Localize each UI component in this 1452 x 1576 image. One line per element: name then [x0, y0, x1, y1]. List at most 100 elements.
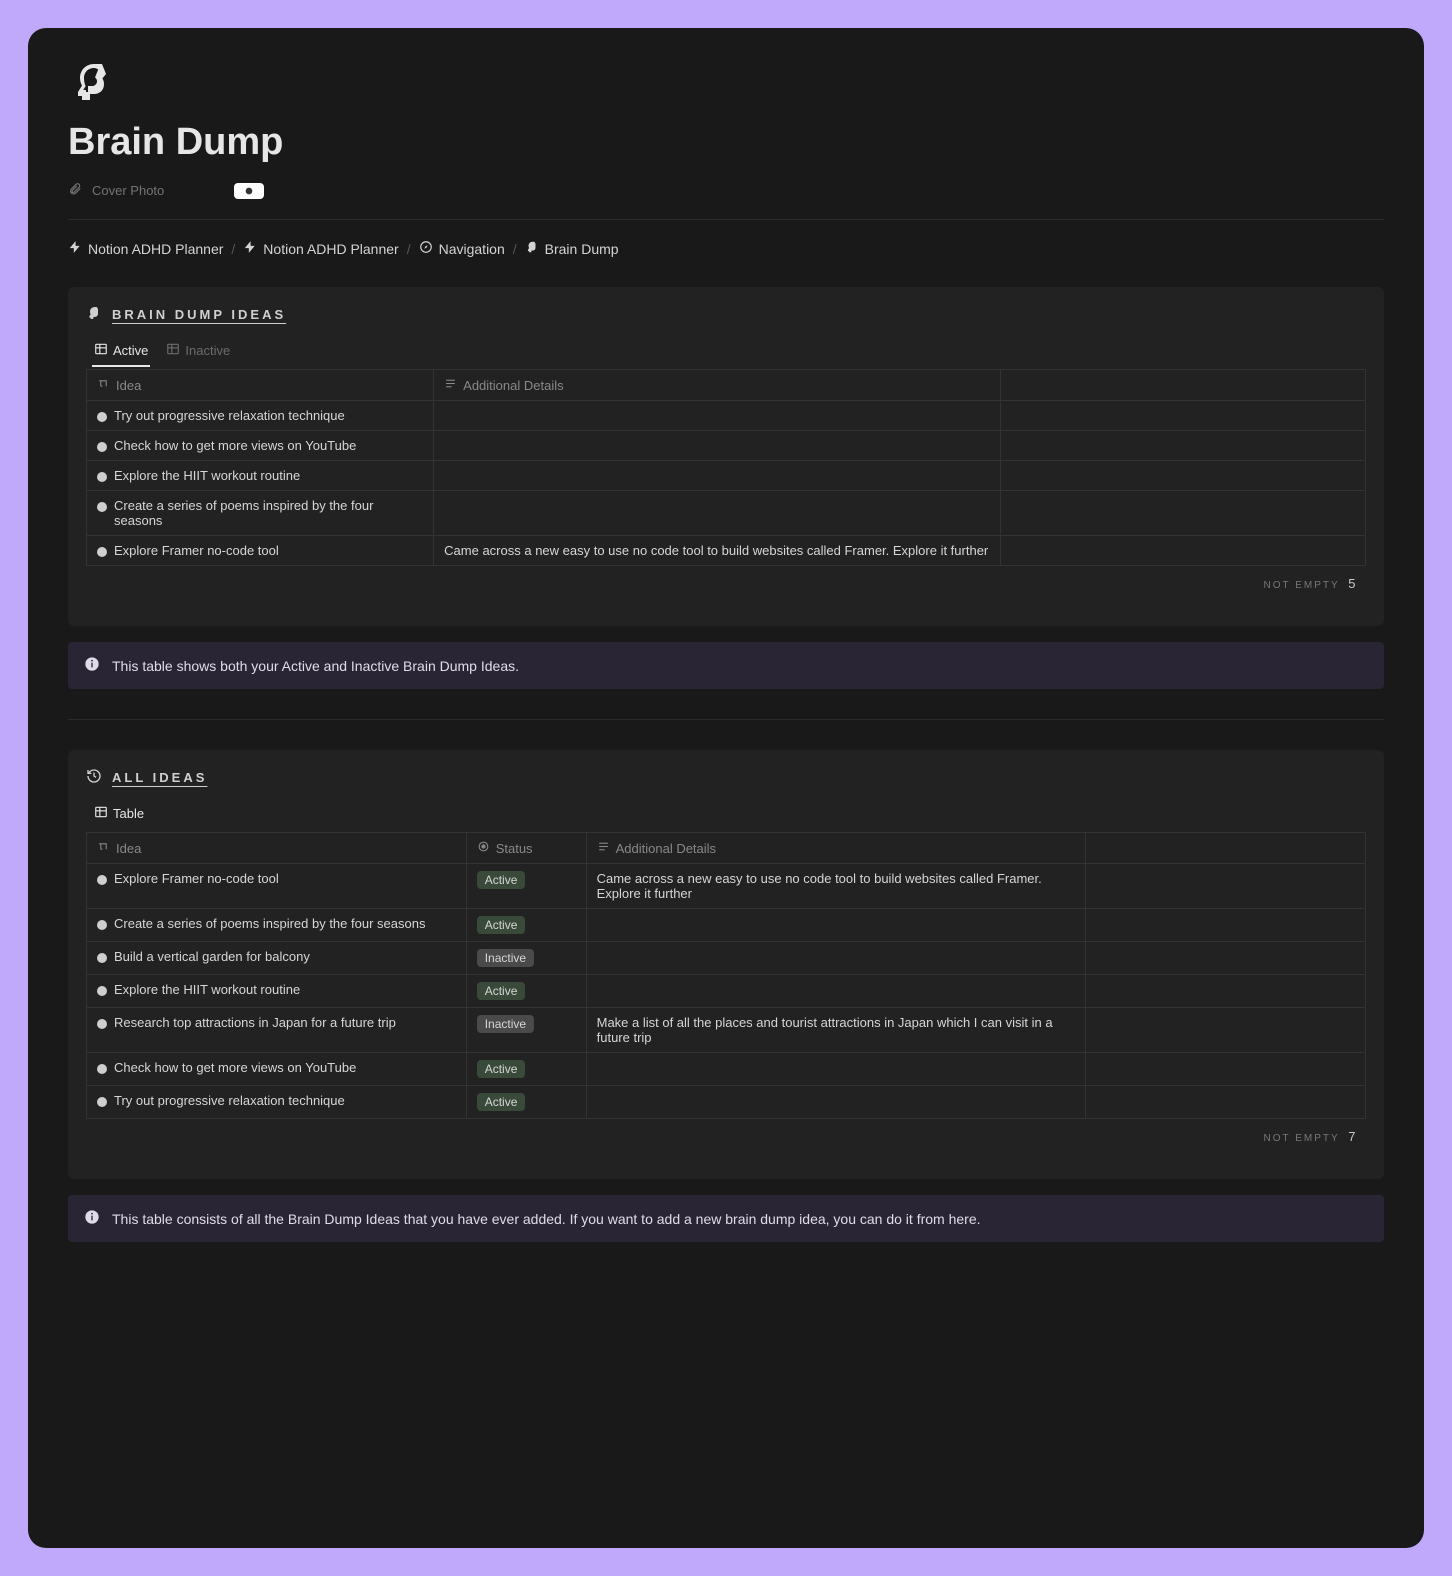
panel-header: ALL IDEAS — [86, 768, 1366, 787]
idea-cell[interactable]: Explore the HIIT workout routine — [87, 975, 467, 1008]
idea-cell[interactable]: Create a series of poems inspired by the… — [87, 491, 434, 536]
table-row[interactable]: Create a series of poems inspired by the… — [87, 491, 1366, 536]
empty-cell — [1086, 975, 1366, 1008]
table-row[interactable]: Explore Framer no-code toolCame across a… — [87, 536, 1366, 566]
empty-cell — [1086, 1053, 1366, 1086]
table-row[interactable]: Check how to get more views on YouTube — [87, 431, 1366, 461]
callout-info-2: This table consists of all the Brain Dum… — [68, 1195, 1384, 1242]
page-title: Brain Dump — [68, 121, 1384, 164]
breadcrumb-item-0[interactable]: Notion ADHD Planner — [68, 240, 223, 257]
empty-cell — [1000, 401, 1365, 431]
table-row[interactable]: Explore Framer no-code tool Active Came ac… — [87, 864, 1366, 909]
col-label: Idea — [116, 378, 141, 393]
idea-cell[interactable]: Explore Framer no-code tool — [87, 864, 467, 909]
idea-cell[interactable]: Explore Framer no-code tool — [87, 536, 434, 566]
status-cell[interactable]: Active — [466, 864, 586, 909]
idea-cell[interactable]: Build a vertical garden for balcony — [87, 942, 467, 975]
status-cell[interactable]: Inactive — [466, 1008, 586, 1053]
tab-active[interactable]: Active — [92, 336, 150, 367]
table-row[interactable]: Try out progressive relaxation technique… — [87, 1086, 1366, 1119]
idea-cell[interactable]: Try out progressive relaxation technique — [87, 401, 434, 431]
empty-cell — [1086, 909, 1366, 942]
idea-text: Create a series of poems inspired by the… — [114, 916, 425, 931]
col-header-idea[interactable]: Idea — [87, 370, 434, 401]
details-text: Came across a new easy to use no code to… — [597, 871, 1042, 901]
empty-cell — [1000, 461, 1365, 491]
table-row[interactable]: Check how to get more views on YouTube Ac… — [87, 1053, 1366, 1086]
col-header-idea[interactable]: Idea — [87, 833, 467, 864]
details-cell[interactable] — [586, 975, 1086, 1008]
idea-cell[interactable]: Try out progressive relaxation technique — [87, 1086, 467, 1119]
paperclip-icon — [68, 182, 82, 199]
status-dot-icon — [97, 1097, 107, 1107]
col-header-details[interactable]: Additional Details — [434, 370, 1000, 401]
table-icon — [166, 342, 180, 359]
cover-photo-label[interactable]: Cover Photo — [92, 183, 164, 198]
col-header-details[interactable]: Additional Details — [586, 833, 1086, 864]
title-icon — [97, 840, 110, 856]
details-cell[interactable] — [434, 401, 1000, 431]
details-cell[interactable] — [434, 491, 1000, 536]
status-cell[interactable]: Active — [466, 1053, 586, 1086]
details-cell[interactable]: Make a list of all the places and touris… — [586, 1008, 1086, 1053]
status-cell[interactable]: Active — [466, 975, 586, 1008]
idea-cell[interactable]: Check how to get more views on YouTube — [87, 431, 434, 461]
all-ideas-panel: ALL IDEAS Table Idea Status Additional D… — [68, 750, 1384, 1179]
table-row[interactable]: Explore the HIIT workout routineActive — [87, 975, 1366, 1008]
details-cell[interactable] — [586, 909, 1086, 942]
status-dot-icon — [97, 1064, 107, 1074]
section1-tabs: Active Inactive — [86, 336, 1366, 367]
cover-photo-chip[interactable] — [234, 183, 264, 199]
status-cell[interactable]: Inactive — [466, 942, 586, 975]
status-dot-icon — [97, 472, 107, 482]
table-row[interactable]: Try out progressive relaxation technique — [87, 401, 1366, 431]
status-dot-icon — [97, 986, 107, 996]
breadcrumb-item-1[interactable]: Notion ADHD Planner — [243, 240, 398, 257]
page-icon-head — [68, 58, 1384, 109]
table-row[interactable]: Research top attractions in Japan for a … — [87, 1008, 1366, 1053]
col-label: Status — [496, 841, 533, 856]
details-cell[interactable]: Came across a new easy to use no code to… — [434, 536, 1000, 566]
breadcrumb-item-3[interactable]: Brain Dump — [525, 240, 619, 257]
tab-table[interactable]: Table — [92, 799, 146, 830]
details-cell[interactable] — [586, 1086, 1086, 1119]
details-cell[interactable]: Came across a new easy to use no code to… — [586, 864, 1086, 909]
idea-text: Check how to get more views on YouTube — [114, 438, 356, 453]
breadcrumb-sep: / — [513, 241, 517, 257]
status-badge: Active — [477, 1060, 526, 1078]
details-text: Make a list of all the places and touris… — [597, 1015, 1053, 1045]
idea-cell[interactable]: Explore the HIIT workout routine — [87, 461, 434, 491]
tab-inactive[interactable]: Inactive — [164, 336, 232, 367]
idea-cell[interactable]: Research top attractions in Japan for a … — [87, 1008, 467, 1053]
details-cell[interactable] — [586, 942, 1086, 975]
idea-cell[interactable]: Create a series of poems inspired by the… — [87, 909, 467, 942]
status-badge: Active — [477, 871, 526, 889]
empty-cell — [1000, 536, 1365, 566]
details-cell[interactable] — [586, 1053, 1086, 1086]
details-cell[interactable] — [434, 431, 1000, 461]
empty-cell — [1086, 1008, 1366, 1053]
breadcrumb: Notion ADHD Planner / Notion ADHD Planne… — [68, 220, 1384, 287]
col-label: Idea — [116, 841, 141, 856]
status-cell[interactable]: Active — [466, 909, 586, 942]
breadcrumb-item-2[interactable]: Navigation — [419, 240, 505, 257]
status-dot-icon — [97, 920, 107, 930]
col-header-status[interactable]: Status — [466, 833, 586, 864]
divider — [68, 719, 1384, 720]
table-row[interactable]: Explore the HIIT workout routine — [87, 461, 1366, 491]
empty-cell — [1086, 864, 1366, 909]
table-row[interactable]: Build a vertical garden for balconyInact… — [87, 942, 1366, 975]
col-label: Additional Details — [463, 378, 563, 393]
bolt-icon — [68, 240, 82, 257]
details-cell[interactable] — [434, 461, 1000, 491]
idea-text: Explore the HIIT workout routine — [114, 468, 300, 483]
idea-cell[interactable]: Check how to get more views on YouTube — [87, 1053, 467, 1086]
table-row[interactable]: Create a series of poems inspired by the… — [87, 909, 1366, 942]
empty-cell — [1000, 491, 1365, 536]
footer-count: 7 — [1348, 1129, 1355, 1144]
table-icon — [94, 342, 108, 359]
breadcrumb-sep: / — [231, 241, 235, 257]
breadcrumb-sep: / — [407, 241, 411, 257]
empty-cell — [1086, 1086, 1366, 1119]
status-cell[interactable]: Active — [466, 1086, 586, 1119]
